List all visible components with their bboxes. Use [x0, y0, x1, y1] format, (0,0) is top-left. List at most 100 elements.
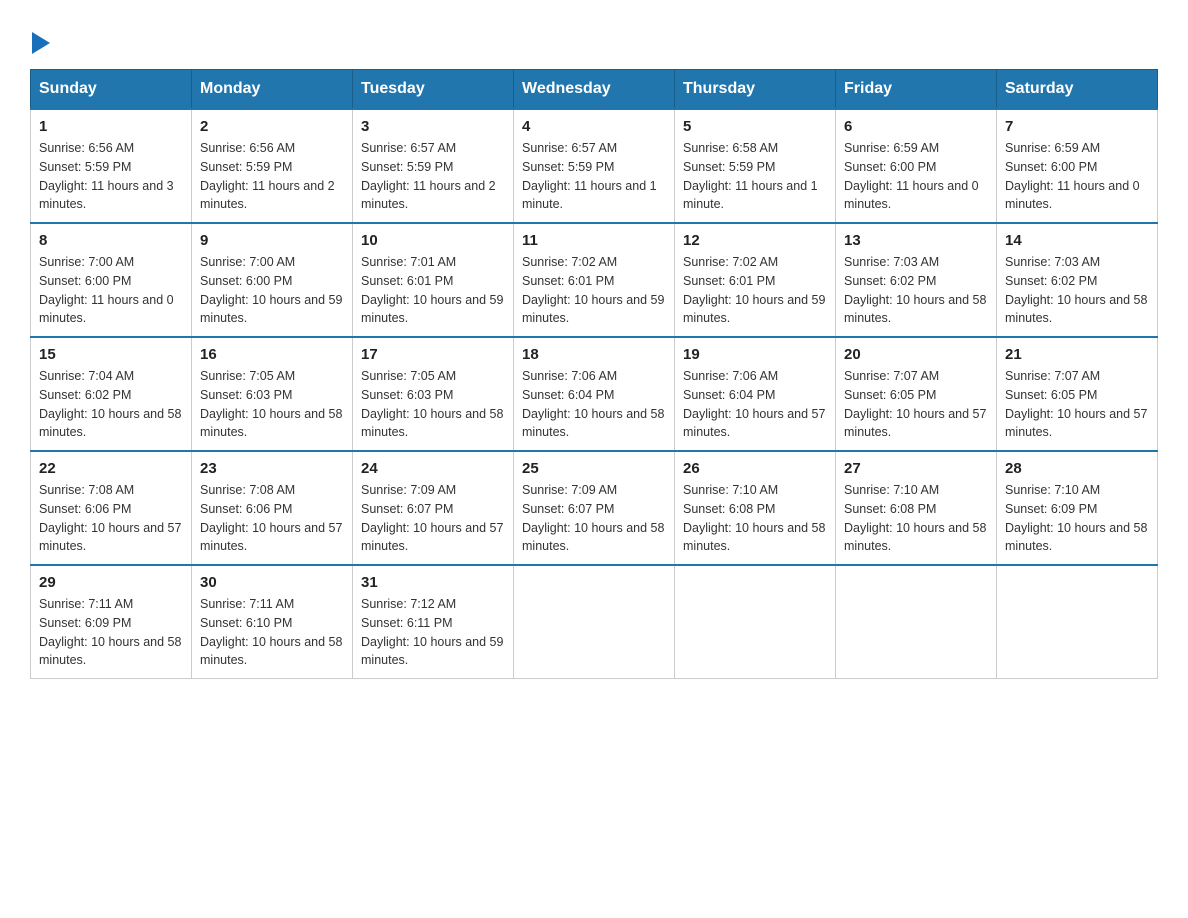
- calendar-week-row: 8 Sunrise: 7:00 AMSunset: 6:00 PMDayligh…: [31, 223, 1158, 337]
- calendar-day-cell: 10 Sunrise: 7:01 AMSunset: 6:01 PMDaylig…: [353, 223, 514, 337]
- day-info: Sunrise: 7:03 AMSunset: 6:02 PMDaylight:…: [1005, 255, 1147, 325]
- day-number: 10: [361, 232, 505, 249]
- calendar-day-cell: 16 Sunrise: 7:05 AMSunset: 6:03 PMDaylig…: [192, 337, 353, 451]
- day-info: Sunrise: 7:02 AMSunset: 6:01 PMDaylight:…: [522, 255, 664, 325]
- day-number: 1: [39, 118, 183, 135]
- weekday-header-row: SundayMondayTuesdayWednesdayThursdayFrid…: [31, 70, 1158, 110]
- day-info: Sunrise: 7:04 AMSunset: 6:02 PMDaylight:…: [39, 369, 181, 439]
- calendar-day-cell: 24 Sunrise: 7:09 AMSunset: 6:07 PMDaylig…: [353, 451, 514, 565]
- calendar-day-cell: 17 Sunrise: 7:05 AMSunset: 6:03 PMDaylig…: [353, 337, 514, 451]
- day-info: Sunrise: 6:58 AMSunset: 5:59 PMDaylight:…: [683, 141, 818, 211]
- day-info: Sunrise: 7:03 AMSunset: 6:02 PMDaylight:…: [844, 255, 986, 325]
- day-number: 30: [200, 574, 344, 591]
- calendar-day-cell: 29 Sunrise: 7:11 AMSunset: 6:09 PMDaylig…: [31, 565, 192, 679]
- calendar-day-cell: 13 Sunrise: 7:03 AMSunset: 6:02 PMDaylig…: [836, 223, 997, 337]
- weekday-header-thursday: Thursday: [675, 70, 836, 110]
- calendar-day-cell: 15 Sunrise: 7:04 AMSunset: 6:02 PMDaylig…: [31, 337, 192, 451]
- day-number: 14: [1005, 232, 1149, 249]
- day-number: 22: [39, 460, 183, 477]
- day-info: Sunrise: 7:00 AMSunset: 6:00 PMDaylight:…: [39, 255, 174, 325]
- calendar-day-cell: 6 Sunrise: 6:59 AMSunset: 6:00 PMDayligh…: [836, 109, 997, 223]
- calendar-day-cell: 27 Sunrise: 7:10 AMSunset: 6:08 PMDaylig…: [836, 451, 997, 565]
- day-info: Sunrise: 6:57 AMSunset: 5:59 PMDaylight:…: [522, 141, 657, 211]
- calendar-day-cell: 31 Sunrise: 7:12 AMSunset: 6:11 PMDaylig…: [353, 565, 514, 679]
- day-number: 19: [683, 346, 827, 363]
- day-info: Sunrise: 7:08 AMSunset: 6:06 PMDaylight:…: [200, 483, 342, 553]
- day-info: Sunrise: 7:06 AMSunset: 6:04 PMDaylight:…: [683, 369, 825, 439]
- day-number: 16: [200, 346, 344, 363]
- day-number: 25: [522, 460, 666, 477]
- day-info: Sunrise: 6:56 AMSunset: 5:59 PMDaylight:…: [39, 141, 174, 211]
- day-info: Sunrise: 7:07 AMSunset: 6:05 PMDaylight:…: [1005, 369, 1147, 439]
- calendar-day-cell: 21 Sunrise: 7:07 AMSunset: 6:05 PMDaylig…: [997, 337, 1158, 451]
- calendar-day-cell: 3 Sunrise: 6:57 AMSunset: 5:59 PMDayligh…: [353, 109, 514, 223]
- day-info: Sunrise: 7:10 AMSunset: 6:08 PMDaylight:…: [844, 483, 986, 553]
- calendar-week-row: 22 Sunrise: 7:08 AMSunset: 6:06 PMDaylig…: [31, 451, 1158, 565]
- calendar-week-row: 1 Sunrise: 6:56 AMSunset: 5:59 PMDayligh…: [31, 109, 1158, 223]
- day-number: 15: [39, 346, 183, 363]
- page-header: [30, 20, 1158, 59]
- day-number: 13: [844, 232, 988, 249]
- weekday-header-saturday: Saturday: [997, 70, 1158, 110]
- day-number: 28: [1005, 460, 1149, 477]
- day-number: 26: [683, 460, 827, 477]
- calendar-day-cell: 1 Sunrise: 6:56 AMSunset: 5:59 PMDayligh…: [31, 109, 192, 223]
- day-info: Sunrise: 7:10 AMSunset: 6:09 PMDaylight:…: [1005, 483, 1147, 553]
- day-info: Sunrise: 7:00 AMSunset: 6:00 PMDaylight:…: [200, 255, 342, 325]
- day-number: 3: [361, 118, 505, 135]
- day-info: Sunrise: 7:11 AMSunset: 6:09 PMDaylight:…: [39, 597, 181, 667]
- calendar-day-cell: 19 Sunrise: 7:06 AMSunset: 6:04 PMDaylig…: [675, 337, 836, 451]
- day-info: Sunrise: 7:09 AMSunset: 6:07 PMDaylight:…: [522, 483, 664, 553]
- calendar-day-cell: 18 Sunrise: 7:06 AMSunset: 6:04 PMDaylig…: [514, 337, 675, 451]
- calendar-day-cell: [997, 565, 1158, 679]
- day-number: 17: [361, 346, 505, 363]
- day-number: 21: [1005, 346, 1149, 363]
- day-number: 29: [39, 574, 183, 591]
- calendar-table: SundayMondayTuesdayWednesdayThursdayFrid…: [30, 69, 1158, 679]
- day-number: 18: [522, 346, 666, 363]
- day-number: 9: [200, 232, 344, 249]
- calendar-day-cell: 7 Sunrise: 6:59 AMSunset: 6:00 PMDayligh…: [997, 109, 1158, 223]
- day-info: Sunrise: 6:57 AMSunset: 5:59 PMDaylight:…: [361, 141, 496, 211]
- day-number: 12: [683, 232, 827, 249]
- day-info: Sunrise: 6:59 AMSunset: 6:00 PMDaylight:…: [1005, 141, 1140, 211]
- day-number: 5: [683, 118, 827, 135]
- calendar-day-cell: [675, 565, 836, 679]
- weekday-header-sunday: Sunday: [31, 70, 192, 110]
- day-info: Sunrise: 7:05 AMSunset: 6:03 PMDaylight:…: [200, 369, 342, 439]
- calendar-day-cell: 12 Sunrise: 7:02 AMSunset: 6:01 PMDaylig…: [675, 223, 836, 337]
- calendar-day-cell: 14 Sunrise: 7:03 AMSunset: 6:02 PMDaylig…: [997, 223, 1158, 337]
- day-info: Sunrise: 6:59 AMSunset: 6:00 PMDaylight:…: [844, 141, 979, 211]
- calendar-week-row: 15 Sunrise: 7:04 AMSunset: 6:02 PMDaylig…: [31, 337, 1158, 451]
- day-number: 31: [361, 574, 505, 591]
- day-number: 6: [844, 118, 988, 135]
- logo: [30, 30, 50, 59]
- calendar-day-cell: 8 Sunrise: 7:00 AMSunset: 6:00 PMDayligh…: [31, 223, 192, 337]
- day-number: 24: [361, 460, 505, 477]
- day-info: Sunrise: 7:10 AMSunset: 6:08 PMDaylight:…: [683, 483, 825, 553]
- day-number: 20: [844, 346, 988, 363]
- calendar-day-cell: 30 Sunrise: 7:11 AMSunset: 6:10 PMDaylig…: [192, 565, 353, 679]
- day-info: Sunrise: 6:56 AMSunset: 5:59 PMDaylight:…: [200, 141, 335, 211]
- calendar-day-cell: [836, 565, 997, 679]
- day-info: Sunrise: 7:07 AMSunset: 6:05 PMDaylight:…: [844, 369, 986, 439]
- day-info: Sunrise: 7:01 AMSunset: 6:01 PMDaylight:…: [361, 255, 503, 325]
- day-number: 23: [200, 460, 344, 477]
- day-info: Sunrise: 7:08 AMSunset: 6:06 PMDaylight:…: [39, 483, 181, 553]
- weekday-header-wednesday: Wednesday: [514, 70, 675, 110]
- day-info: Sunrise: 7:05 AMSunset: 6:03 PMDaylight:…: [361, 369, 503, 439]
- calendar-day-cell: [514, 565, 675, 679]
- weekday-header-monday: Monday: [192, 70, 353, 110]
- day-info: Sunrise: 7:02 AMSunset: 6:01 PMDaylight:…: [683, 255, 825, 325]
- day-info: Sunrise: 7:09 AMSunset: 6:07 PMDaylight:…: [361, 483, 503, 553]
- calendar-day-cell: 5 Sunrise: 6:58 AMSunset: 5:59 PMDayligh…: [675, 109, 836, 223]
- day-number: 4: [522, 118, 666, 135]
- calendar-day-cell: 11 Sunrise: 7:02 AMSunset: 6:01 PMDaylig…: [514, 223, 675, 337]
- day-info: Sunrise: 7:12 AMSunset: 6:11 PMDaylight:…: [361, 597, 503, 667]
- calendar-day-cell: 22 Sunrise: 7:08 AMSunset: 6:06 PMDaylig…: [31, 451, 192, 565]
- calendar-day-cell: 23 Sunrise: 7:08 AMSunset: 6:06 PMDaylig…: [192, 451, 353, 565]
- day-number: 8: [39, 232, 183, 249]
- day-number: 2: [200, 118, 344, 135]
- calendar-day-cell: 4 Sunrise: 6:57 AMSunset: 5:59 PMDayligh…: [514, 109, 675, 223]
- calendar-day-cell: 2 Sunrise: 6:56 AMSunset: 5:59 PMDayligh…: [192, 109, 353, 223]
